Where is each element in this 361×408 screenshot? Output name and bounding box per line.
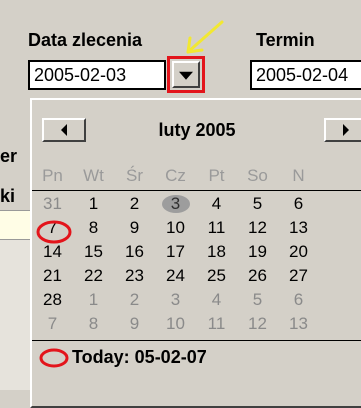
next-month-button[interactable] — [324, 118, 361, 142]
dropdown-button-face — [172, 61, 200, 88]
calendar-day[interactable]: 6 — [278, 192, 319, 216]
side-label-1: er — [0, 146, 18, 166]
annotation-arrow-icon — [186, 20, 224, 54]
weekday-header-row: Pn Wt Śr Cz Pt So N — [32, 164, 319, 188]
order-date-field[interactable]: 2005-02-03 — [28, 60, 166, 90]
today-link[interactable]: Today: 05-02-07 — [72, 347, 207, 368]
arrow-right-icon — [343, 124, 349, 136]
arrow-left-icon — [61, 124, 67, 136]
calendar-day[interactable]: 26 — [237, 264, 278, 288]
calendar-day[interactable]: 22 — [73, 264, 114, 288]
calendar-day[interactable]: 27 — [278, 264, 319, 288]
calendar-month-title: luty 2005 — [158, 120, 236, 140]
weekday-divider — [32, 190, 361, 191]
calendar-day[interactable]: 28 — [32, 288, 73, 312]
weekday-label: Pt — [208, 166, 225, 185]
calendar-day[interactable]: 15 — [73, 240, 114, 264]
due-date-field[interactable]: 2005-02-04 — [250, 60, 361, 90]
weekday-label: Śr — [126, 166, 143, 185]
calendar-day[interactable]: 13 — [278, 312, 319, 336]
calendar-day[interactable]: 10 — [155, 312, 196, 336]
calendar-day[interactable]: 10 — [155, 216, 196, 240]
calendar-day[interactable]: 11 — [196, 312, 237, 336]
calendar-day[interactable]: 20 — [278, 240, 319, 264]
weekday-label: Cz — [165, 166, 186, 185]
today-divider — [32, 340, 361, 341]
calendar-day-selected[interactable]: 3 — [155, 192, 196, 216]
today-marker-icon — [39, 348, 69, 368]
calendar-day[interactable]: 12 — [237, 312, 278, 336]
side-label-2: ki — [0, 186, 16, 206]
calendar-day-grid: 31 1 2 3 4 5 6 7 8 9 10 11 12 13 14 15 1… — [32, 192, 319, 336]
calendar-day[interactable]: 9 — [114, 216, 155, 240]
selected-day-number: 3 — [170, 194, 181, 213]
calendar-day[interactable]: 16 — [114, 240, 155, 264]
calendar-day[interactable]: 4 — [196, 288, 237, 312]
today-circle-annotation-icon — [36, 220, 72, 244]
calendar-day[interactable]: 11 — [196, 216, 237, 240]
calendar-day[interactable]: 25 — [196, 264, 237, 288]
calendar-day[interactable]: 8 — [73, 312, 114, 336]
calendar-day[interactable]: 5 — [237, 288, 278, 312]
calendar-day[interactable]: 19 — [237, 240, 278, 264]
order-date-label: Data zlecenia — [28, 30, 143, 50]
order-date-dropdown-button[interactable] — [167, 56, 205, 93]
calendar-day[interactable]: 31 — [32, 192, 73, 216]
calendar-day[interactable]: 21 — [32, 264, 73, 288]
calendar-day[interactable]: 6 — [278, 288, 319, 312]
calendar-day[interactable]: 23 — [114, 264, 155, 288]
calendar-day[interactable]: 9 — [114, 312, 155, 336]
calendar-day[interactable]: 7 — [32, 312, 73, 336]
weekday-label: Pn — [42, 166, 63, 185]
chevron-down-icon — [179, 71, 193, 80]
calendar-day[interactable]: 2 — [114, 192, 155, 216]
weekday-label: Wt — [83, 166, 104, 185]
calendar-popup: luty 2005 Pn Wt Śr Cz Pt So N 31 1 2 3 4… — [30, 98, 361, 408]
calendar-day[interactable]: 2 — [114, 288, 155, 312]
due-date-label: Termin — [256, 30, 315, 50]
calendar-day[interactable]: 5 — [237, 192, 278, 216]
calendar-day[interactable]: 1 — [73, 192, 114, 216]
calendar-day[interactable]: 3 — [155, 288, 196, 312]
calendar-day[interactable]: 4 — [196, 192, 237, 216]
prev-month-button[interactable] — [42, 118, 86, 142]
calendar-day[interactable]: 8 — [73, 216, 114, 240]
calendar-day[interactable]: 17 — [155, 240, 196, 264]
side-field[interactable] — [0, 210, 30, 240]
calendar-day[interactable]: 18 — [196, 240, 237, 264]
calendar-day[interactable]: 12 — [237, 216, 278, 240]
weekday-label: So — [247, 166, 268, 185]
weekday-label: N — [292, 166, 305, 185]
calendar-day[interactable]: 24 — [155, 264, 196, 288]
calendar-day[interactable]: 13 — [278, 216, 319, 240]
calendar-day[interactable]: 1 — [73, 288, 114, 312]
